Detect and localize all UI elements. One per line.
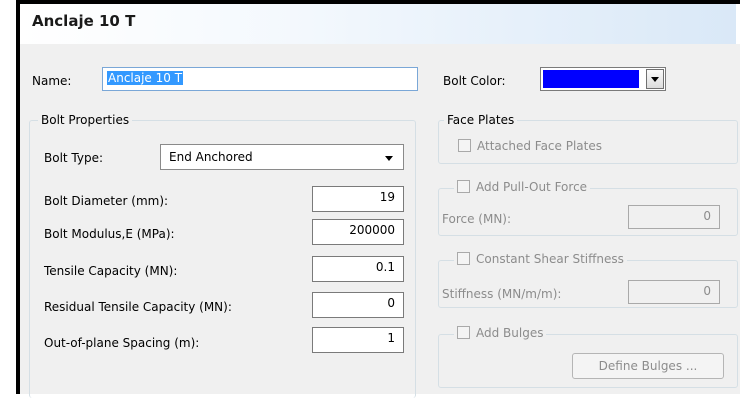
name-input-value: Anclaje 10 T — [107, 71, 184, 85]
bolt-modulus-input[interactable]: 200000 — [312, 219, 404, 245]
out-of-plane-spacing-label: Out-of-plane Spacing (m): — [44, 336, 200, 350]
bolt-properties-title: Bolt Properties — [38, 113, 133, 127]
residual-tensile-capacity-label: Residual Tensile Capacity (MN): — [44, 300, 232, 314]
bolt-diameter-label: Bolt Diameter (mm): — [44, 194, 169, 208]
attached-face-plates-checkbox[interactable]: Attached Face Plates — [458, 139, 602, 153]
name-input[interactable]: Anclaje 10 T — [102, 67, 418, 91]
bolt-color-swatch — [543, 70, 639, 88]
add-pull-out-force-label: Add Pull-Out Force — [476, 180, 588, 194]
out-of-plane-spacing-input[interactable]: 1 — [312, 327, 404, 353]
bolt-type-value: End Anchored — [169, 150, 253, 164]
bolt-type-select[interactable]: End Anchored — [160, 144, 404, 170]
bolt-color-label: Bolt Color: — [443, 74, 506, 88]
bolt-modulus-label: Bolt Modulus,E (MPa): — [44, 227, 175, 241]
define-bulges-button[interactable]: Define Bulges ... — [572, 353, 724, 379]
bolt-color-picker[interactable] — [540, 67, 666, 91]
face-plates-title: Face Plates — [444, 113, 518, 127]
tensile-capacity-input[interactable]: 0.1 — [312, 256, 404, 282]
residual-tensile-capacity-input[interactable]: 0 — [312, 292, 404, 318]
add-bulges-label: Add Bulges — [476, 326, 544, 340]
checkbox-icon — [457, 180, 470, 193]
force-label: Force (MN): — [442, 212, 512, 226]
window-title: Anclaje 10 T — [32, 12, 136, 30]
bolt-diameter-input[interactable]: 19 — [312, 186, 404, 212]
attached-face-plates-label: Attached Face Plates — [477, 139, 602, 153]
title-bar: Anclaje 10 T — [20, 4, 740, 44]
constant-shear-stiffness-label: Constant Shear Stiffness — [476, 252, 624, 266]
checkbox-icon — [458, 139, 471, 152]
add-pull-out-force-checkbox[interactable]: Add Pull-Out Force — [454, 180, 591, 194]
checkbox-icon — [457, 326, 470, 339]
bolt-type-label: Bolt Type: — [44, 151, 104, 165]
title-bar-edge — [736, 4, 740, 44]
chevron-down-icon — [651, 77, 659, 82]
add-bulges-checkbox[interactable]: Add Bulges — [454, 326, 547, 340]
name-label: Name: — [32, 74, 72, 88]
constant-shear-stiffness-checkbox[interactable]: Constant Shear Stiffness — [454, 252, 627, 266]
force-input[interactable]: 0 — [628, 205, 720, 229]
bolt-color-dropdown-button[interactable] — [646, 69, 664, 89]
checkbox-icon — [457, 252, 470, 265]
stiffness-label: Stiffness (MN/m/m): — [442, 287, 562, 301]
dialog-window: Anclaje 10 T Name: Anclaje 10 T Bolt Col… — [16, 0, 740, 398]
chevron-down-icon — [385, 156, 393, 161]
tensile-capacity-label: Tensile Capacity (MN): — [44, 264, 178, 278]
stiffness-input[interactable]: 0 — [628, 280, 720, 304]
